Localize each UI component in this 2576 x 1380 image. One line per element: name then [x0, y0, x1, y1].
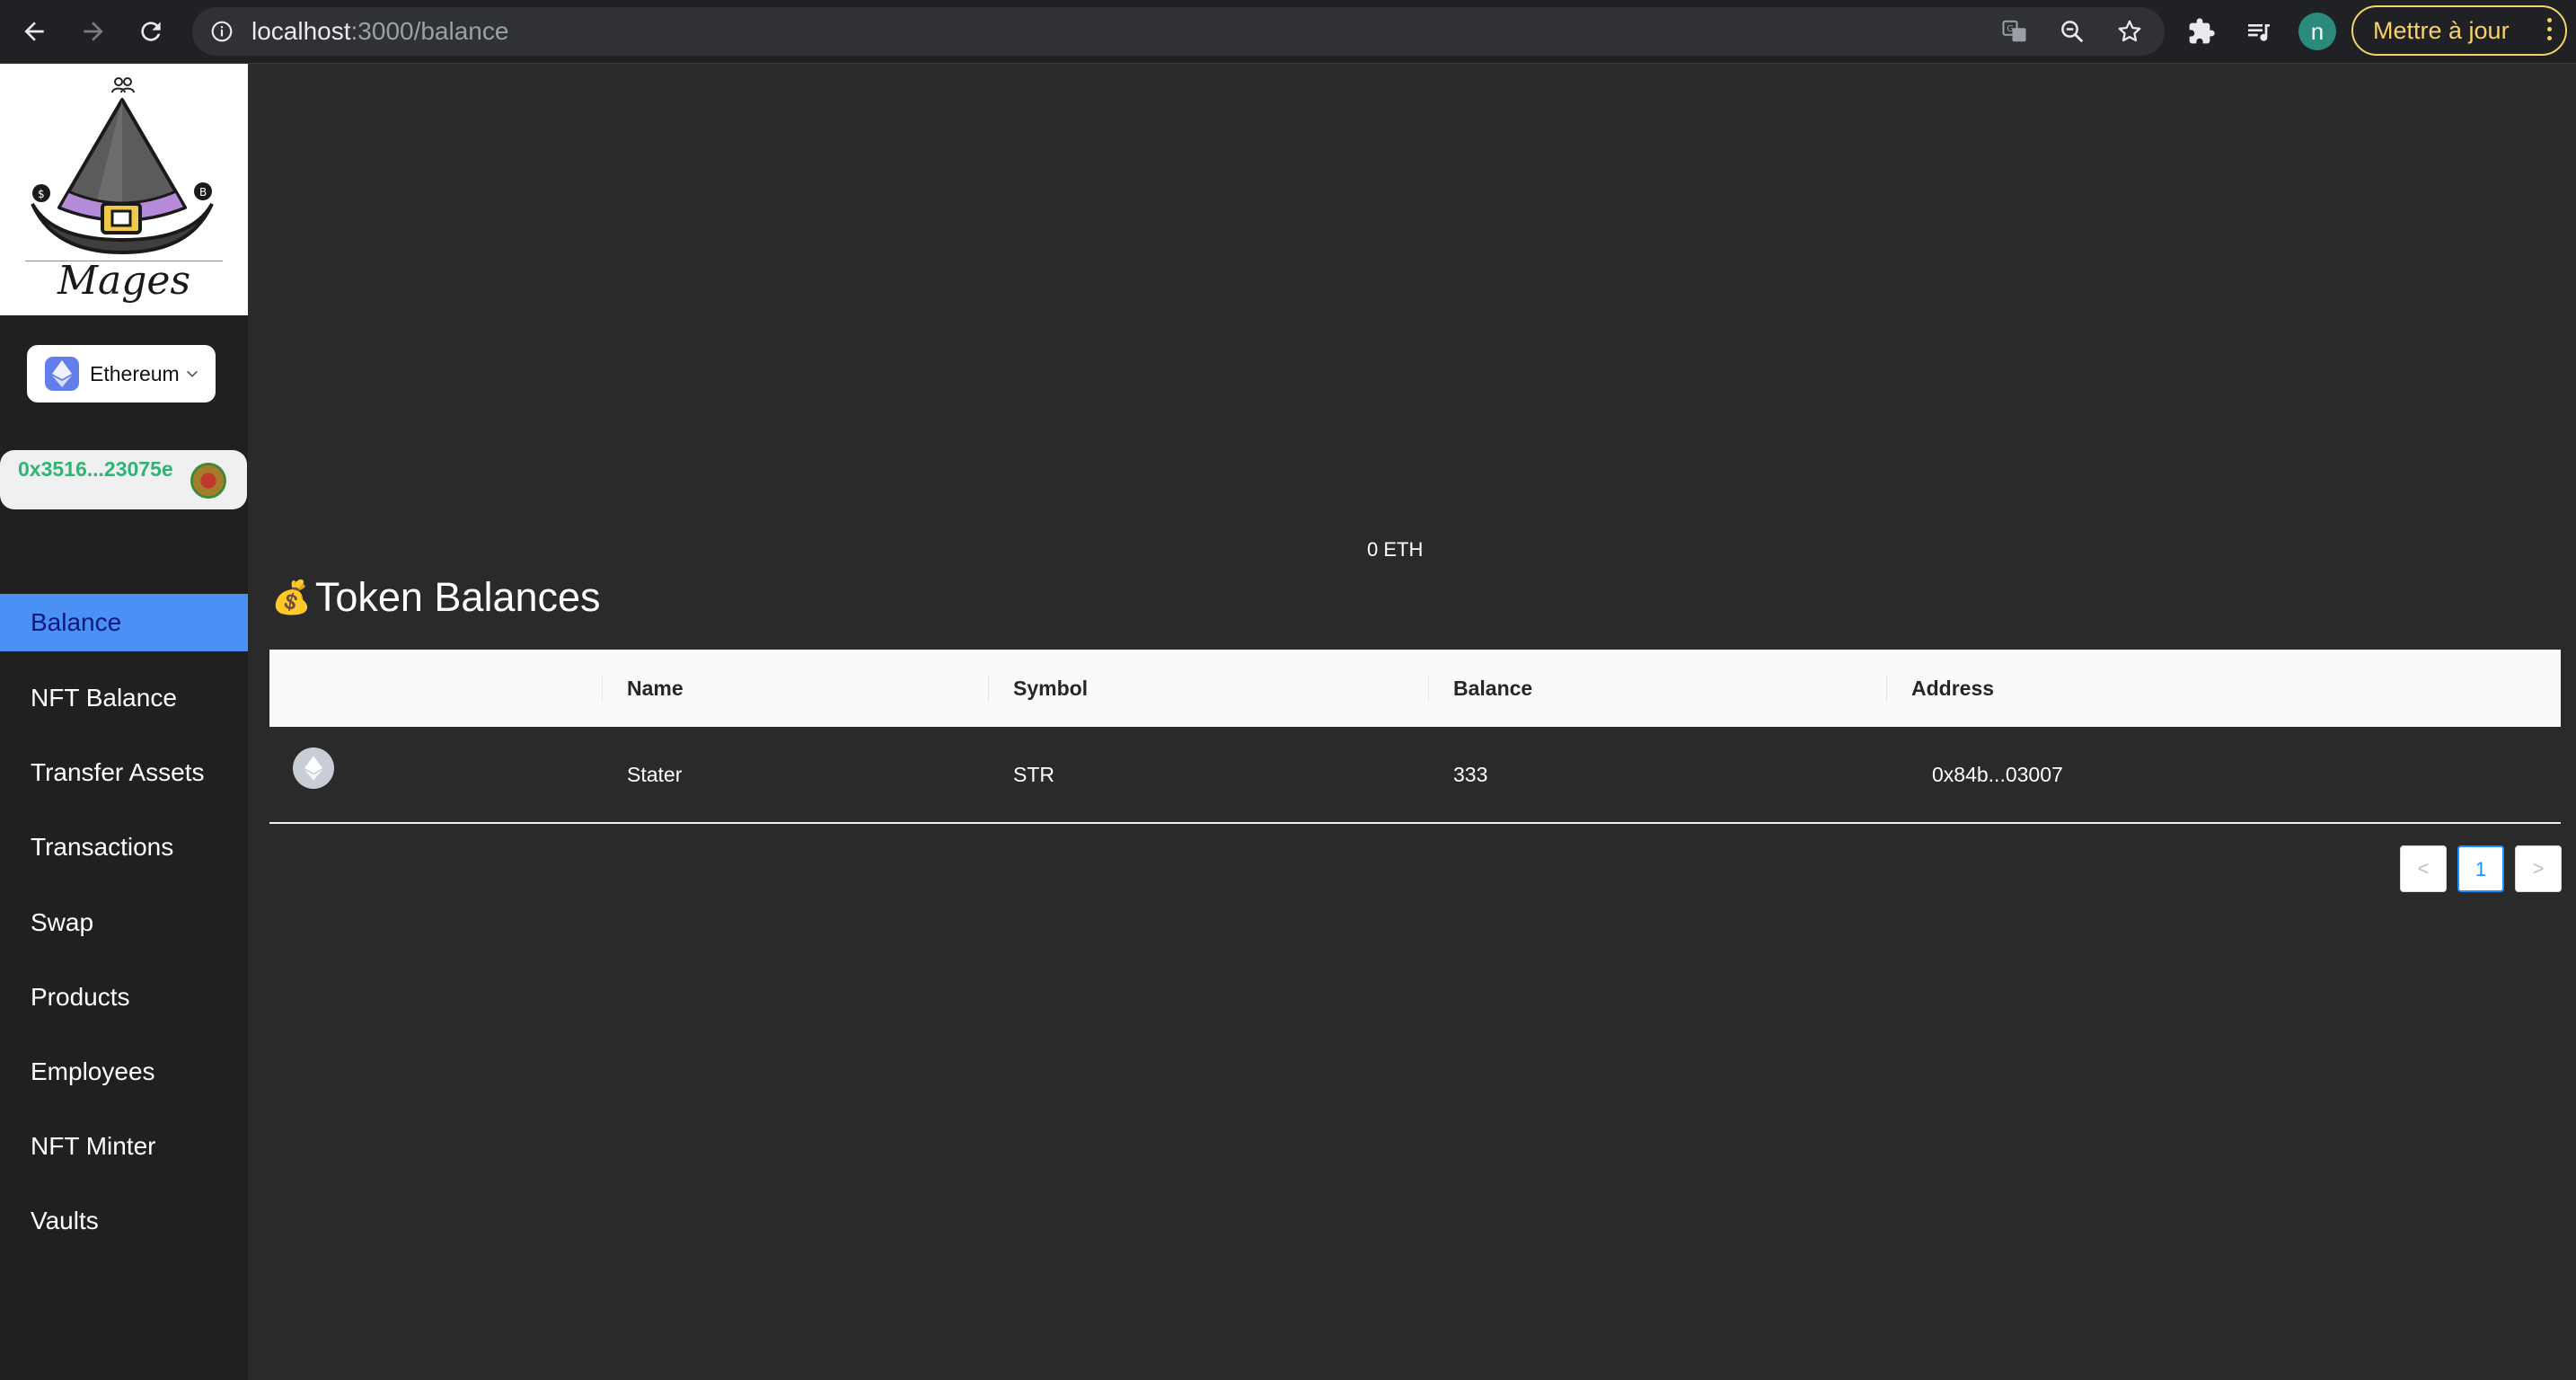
account-address: 0x3516...23075e [18, 457, 173, 481]
table-row[interactable]: Stater STR 333 0x84b...03007 [269, 727, 2561, 824]
chain-selector[interactable]: Ethereum [27, 345, 216, 402]
info-icon[interactable] [207, 16, 237, 47]
prev-page-button[interactable]: < [2400, 845, 2447, 892]
wizard-hat-logo-icon: $ B [25, 77, 223, 264]
chain-label: Ethereum [90, 361, 180, 385]
sidebar: $ B Mages Ethereum 0x3516...23075e Balan… [0, 64, 248, 1380]
address-bar[interactable]: localhost:3000/balance G [192, 7, 2165, 56]
account-button[interactable]: 0x3516...23075e [0, 450, 247, 509]
sidebar-item-transfer-assets[interactable]: Transfer Assets [0, 744, 248, 801]
arrow-left-icon [24, 22, 44, 41]
native-balance: 0 ETH [1367, 538, 1424, 561]
browser-toolbar: localhost:3000/balance G n Mettre à jour [0, 0, 2576, 64]
main-content: 0 ETH 💰 Token Balances Name Symbol Balan… [248, 64, 2576, 1380]
sidebar-item-balance[interactable]: Balance [0, 594, 248, 651]
column-header-name: Name [627, 677, 684, 700]
translate-icon[interactable]: G [1999, 16, 2030, 47]
extensions-icon[interactable] [2184, 14, 2219, 49]
sidebar-item-vaults[interactable]: Vaults [0, 1192, 248, 1250]
column-header-address: Address [1911, 677, 1995, 700]
sidebar-item-nft-balance[interactable]: NFT Balance [0, 669, 248, 727]
ethereum-icon [293, 748, 334, 789]
url-text: localhost:3000/balance [251, 7, 508, 56]
column-divider [988, 675, 989, 702]
chevron-down-icon [187, 370, 198, 377]
column-header-balance: Balance [1453, 677, 1533, 700]
forward-button[interactable] [75, 13, 111, 49]
next-page-button[interactable]: > [2515, 845, 2562, 892]
svg-text:B: B [199, 186, 207, 199]
page-1-button[interactable]: 1 [2457, 845, 2504, 892]
token-name: Stater [627, 763, 683, 786]
token-address: 0x84b...03007 [1932, 763, 2063, 786]
column-divider [602, 675, 603, 702]
update-button[interactable]: Mettre à jour [2351, 5, 2567, 56]
sidebar-item-employees[interactable]: Employees [0, 1043, 248, 1101]
logo-text: Mages [57, 258, 191, 304]
sidebar-item-nft-minter[interactable]: NFT Minter [0, 1118, 248, 1175]
profile-avatar[interactable]: n [2298, 13, 2336, 50]
back-button[interactable] [16, 13, 52, 49]
more-menu-icon[interactable] [2547, 18, 2553, 43]
arrow-right-icon [84, 22, 103, 41]
url-path: :3000/balance [350, 17, 509, 45]
sidebar-item-products[interactable]: Products [0, 969, 248, 1026]
page-title-text: Token Balances [314, 574, 601, 620]
column-divider [1428, 675, 1429, 702]
token-balance: 333 [1453, 763, 1488, 786]
svg-text:G: G [2007, 24, 2014, 34]
media-queue-icon[interactable] [2242, 14, 2276, 49]
token-balances-table: Name Symbol Balance Address Stater STR 3… [269, 650, 2561, 824]
sidebar-item-transactions[interactable]: Transactions [0, 818, 248, 876]
ethereum-icon [45, 357, 79, 391]
app-logo[interactable]: $ B Mages [0, 64, 248, 315]
account-avatar [190, 463, 226, 499]
reload-icon [141, 22, 161, 41]
bookmark-star-icon[interactable] [2114, 16, 2145, 47]
svg-text:$: $ [38, 188, 45, 200]
table-header: Name Symbol Balance Address [269, 650, 2561, 727]
zoom-icon[interactable] [2057, 16, 2087, 47]
token-symbol: STR [1013, 763, 1054, 786]
column-divider [1886, 675, 1887, 702]
sidebar-item-swap[interactable]: Swap [0, 894, 248, 951]
column-header-symbol: Symbol [1013, 677, 1089, 700]
money-bag-icon: 💰 [271, 579, 312, 615]
url-host: localhost [251, 17, 351, 45]
update-button-label: Mettre à jour [2373, 17, 2510, 44]
reload-button[interactable] [133, 13, 169, 49]
page-title: 💰 Token Balances [271, 574, 601, 621]
